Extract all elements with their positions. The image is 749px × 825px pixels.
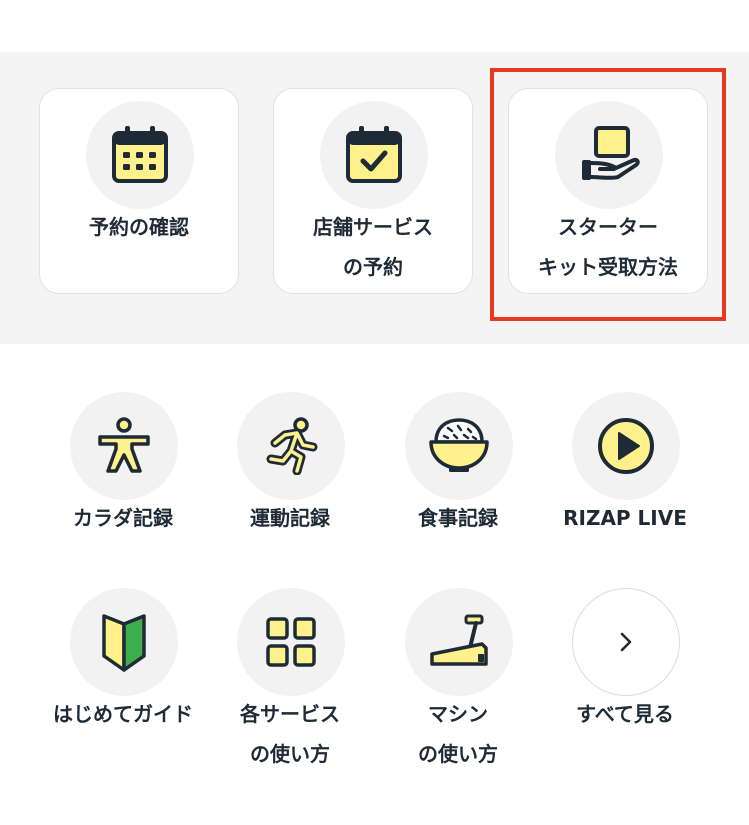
meal-record-item[interactable]: 食事記録 (373, 392, 543, 582)
item-label: すべて見る (530, 694, 720, 734)
item-label-line1: 運動記録 (250, 506, 330, 530)
service-usage-item[interactable]: 各サービス の使い方 (205, 588, 375, 778)
exercise-record-item[interactable]: 運動記録 (205, 392, 375, 582)
icon-circle (237, 392, 345, 500)
store-service-reservation-card[interactable]: 店舗サービス の予約 (273, 88, 473, 294)
calendar-grid-icon (112, 126, 168, 183)
icon-circle (572, 588, 680, 696)
card-label-line1: スターター (558, 215, 658, 239)
calendar-check-icon (346, 126, 402, 183)
card-label: 店舗サービス の予約 (274, 207, 472, 287)
body-icon (98, 417, 150, 473)
icon-circle (70, 588, 178, 696)
hand-box-icon (582, 126, 640, 180)
icon-circle (555, 101, 663, 209)
item-label-line1: すべて見る (576, 702, 674, 726)
item-label-line2: の使い方 (250, 742, 330, 766)
item-label: マシン の使い方 (363, 694, 553, 774)
running-icon (266, 417, 318, 475)
card-label-line2: の予約 (343, 255, 403, 279)
item-label-line1: マシン (428, 702, 488, 726)
icon-circle (405, 588, 513, 696)
icon-circle (405, 392, 513, 500)
item-label: はじめてガイド (28, 694, 218, 734)
card-label-line2: キット受取方法 (538, 255, 678, 279)
card-label: スターター キット受取方法 (509, 207, 707, 287)
item-label: 食事記録 (363, 498, 553, 538)
card-label-line1: 予約の確認 (89, 215, 189, 239)
icon-circle (237, 588, 345, 696)
item-label: 各サービス の使い方 (195, 694, 385, 774)
grid-icon (266, 617, 316, 667)
starter-kit-card[interactable]: スターター キット受取方法 (508, 88, 708, 294)
card-label: 予約の確認 (40, 207, 238, 247)
card-label-line1: 店舗サービス (313, 215, 433, 239)
chevron-right-icon (620, 632, 632, 652)
rice-bowl-icon (429, 418, 489, 472)
see-all-item[interactable]: すべて見る (540, 588, 710, 778)
rizap-live-item[interactable]: RIZAP LIVE (540, 392, 710, 582)
item-label-line1: RIZAP LIVE (563, 506, 687, 530)
machine-usage-item[interactable]: マシン の使い方 (373, 588, 543, 778)
item-label-line1: 食事記録 (418, 506, 498, 530)
item-label-line2: の使い方 (418, 742, 498, 766)
body-record-item[interactable]: カラダ記録 (38, 392, 208, 582)
reservation-check-card[interactable]: 予約の確認 (39, 88, 239, 294)
play-icon (598, 418, 654, 474)
beginner-mark-icon (102, 614, 146, 672)
icon-circle (86, 101, 194, 209)
icon-circle (320, 101, 428, 209)
item-label-line1: 各サービス (240, 702, 340, 726)
treadmill-icon (430, 614, 488, 666)
item-label-line1: カラダ記録 (73, 506, 173, 530)
item-label: RIZAP LIVE (530, 498, 720, 538)
icon-circle (572, 392, 680, 500)
icon-circle (70, 392, 178, 500)
item-label-line1: はじめてガイド (53, 702, 193, 726)
item-label: カラダ記録 (28, 498, 218, 538)
item-label: 運動記録 (195, 498, 385, 538)
beginner-guide-item[interactable]: はじめてガイド (38, 588, 208, 778)
